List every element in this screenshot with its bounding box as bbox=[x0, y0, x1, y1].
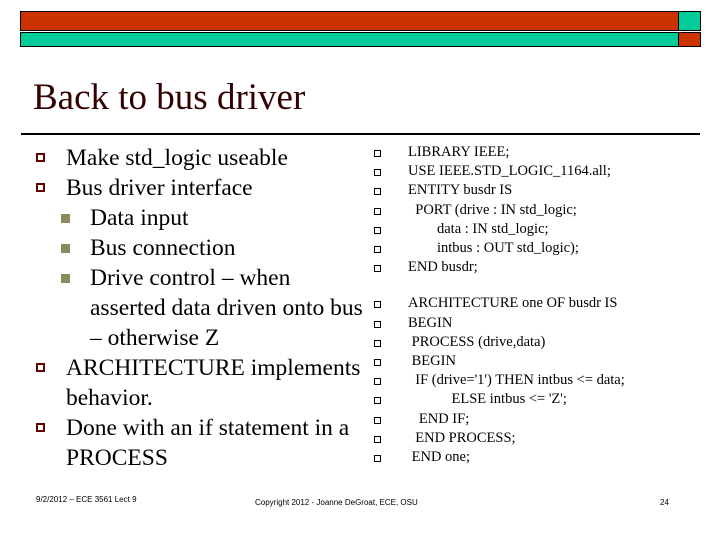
bullet-item: Bus driver interface bbox=[28, 173, 366, 203]
code-line: USE IEEE.STD_LOGIC_1164.all; bbox=[368, 162, 713, 181]
bullet-item: Data input bbox=[28, 203, 366, 233]
code-text: USE IEEE.STD_LOGIC_1164.all; bbox=[408, 163, 611, 180]
slide-title: Back to bus driver bbox=[33, 77, 306, 118]
bullet-square-hollow-icon bbox=[368, 429, 408, 443]
header-bar-bottom bbox=[20, 32, 701, 47]
bullet-square-solid-icon bbox=[28, 203, 90, 223]
bullet-square-hollow-icon bbox=[368, 333, 408, 347]
code-text: BEGIN bbox=[408, 314, 453, 331]
bullet-square-hollow-icon bbox=[368, 410, 408, 424]
code-text: END one; bbox=[408, 449, 471, 466]
bullet-square-hollow-icon bbox=[368, 258, 408, 273]
code-text: ELSE intbus <= 'Z'; bbox=[408, 391, 567, 408]
bullet-square-hollow-icon bbox=[368, 352, 408, 367]
bullet-item: ARCHITECTURE implements behavior. bbox=[28, 353, 366, 413]
code-text: ENTITY busdr IS bbox=[408, 182, 513, 199]
bullet-square-hollow-icon bbox=[368, 162, 408, 177]
bullet-label: Bus connection bbox=[90, 235, 236, 261]
bullet-label: ARCHITECTURE implements behavior. bbox=[66, 355, 361, 411]
bullet-square-solid-icon bbox=[28, 263, 90, 283]
bullet-square-hollow-icon bbox=[368, 371, 408, 386]
bullet-square-hollow-icon bbox=[368, 314, 408, 328]
code-line: END PROCESS; bbox=[368, 429, 713, 448]
code-line: LIBRARY IEEE; bbox=[368, 143, 713, 162]
bullet-square-hollow-icon bbox=[368, 143, 408, 157]
code-line: PORT (drive : IN std_logic; bbox=[368, 201, 713, 220]
code-line: END one; bbox=[368, 448, 713, 467]
bullet-item: Make std_logic useable bbox=[28, 143, 366, 173]
code-text: intbus : OUT std_logic); bbox=[408, 240, 579, 257]
code-text: PROCESS (drive,data) bbox=[408, 333, 546, 350]
bullet-square-hollow-icon bbox=[28, 413, 66, 432]
slide-canvas: { "theme": { "red": "#cc3300", "teal": "… bbox=[0, 0, 720, 540]
bullet-square-hollow-icon bbox=[368, 201, 408, 215]
code-text: IF (drive='1') THEN intbus <= data; bbox=[408, 372, 625, 389]
bullet-square-hollow-icon bbox=[28, 143, 66, 162]
bullet-square-hollow-icon bbox=[368, 220, 408, 234]
bullet-label: Drive control – when asserted data drive… bbox=[90, 265, 363, 351]
bullet-label: Done with an if statement in a PROCESS bbox=[66, 415, 350, 471]
left-content-column: Make std_logic useable Bus driver interf… bbox=[28, 143, 366, 473]
bullet-square-hollow-icon bbox=[368, 448, 408, 463]
code-text: PORT (drive : IN std_logic; bbox=[408, 201, 577, 218]
bullet-item: Drive control – when asserted data drive… bbox=[28, 263, 366, 353]
bullet-item: Done with an if statement in a PROCESS bbox=[28, 413, 366, 473]
red-band-icon bbox=[21, 12, 678, 30]
code-text: BEGIN bbox=[408, 353, 456, 370]
bullet-square-hollow-icon bbox=[368, 239, 408, 254]
code-line: END busdr; bbox=[368, 258, 713, 277]
code-text: END PROCESS; bbox=[408, 429, 516, 446]
bullet-square-hollow-icon bbox=[368, 294, 408, 309]
bullet-square-hollow-icon bbox=[28, 173, 66, 192]
footer-page-number: 24 bbox=[660, 498, 669, 507]
footer-copyright: Copyright 2012 - Joanne DeGroat, ECE, OS… bbox=[255, 498, 418, 507]
code-block-spacer bbox=[368, 277, 713, 294]
bullet-square-solid-icon bbox=[28, 233, 90, 253]
code-line: ELSE intbus <= 'Z'; bbox=[368, 390, 713, 409]
code-text: END busdr; bbox=[408, 259, 478, 276]
bullet-label: Data input bbox=[90, 205, 189, 231]
header-bar-top bbox=[20, 11, 701, 31]
code-line: ENTITY busdr IS bbox=[368, 181, 713, 200]
code-text: LIBRARY IEEE; bbox=[408, 144, 510, 160]
header-decoration bbox=[20, 11, 701, 47]
right-code-column: LIBRARY IEEE; USE IEEE.STD_LOGIC_1164.al… bbox=[368, 143, 713, 467]
bullet-square-hollow-icon bbox=[368, 181, 408, 196]
code-line: PROCESS (drive,data) bbox=[368, 333, 713, 352]
bullet-item: Bus connection bbox=[28, 233, 366, 263]
code-text: data : IN std_logic; bbox=[408, 220, 549, 237]
teal-band-icon bbox=[21, 33, 678, 46]
red-square-icon bbox=[678, 33, 700, 46]
code-text: END IF; bbox=[408, 410, 470, 427]
bullet-square-hollow-icon bbox=[368, 390, 408, 405]
bullet-square-hollow-icon bbox=[28, 353, 66, 372]
code-line: ARCHITECTURE one OF busdr IS bbox=[368, 294, 713, 313]
code-line: data : IN std_logic; bbox=[368, 220, 713, 239]
code-line: intbus : OUT std_logic); bbox=[368, 239, 713, 258]
code-line: BEGIN bbox=[368, 314, 713, 333]
bullet-label: Bus driver interface bbox=[66, 175, 253, 201]
code-text: ARCHITECTURE one OF busdr IS bbox=[408, 295, 618, 312]
code-line: END IF; bbox=[368, 410, 713, 429]
teal-square-icon bbox=[678, 12, 700, 30]
bullet-label: Make std_logic useable bbox=[66, 145, 288, 171]
title-divider bbox=[21, 133, 700, 135]
footer-date-course: 9/2/2012 – ECE 3561 Lect 9 bbox=[36, 495, 137, 504]
code-line: IF (drive='1') THEN intbus <= data; bbox=[368, 371, 713, 390]
code-line: BEGIN bbox=[368, 352, 713, 371]
